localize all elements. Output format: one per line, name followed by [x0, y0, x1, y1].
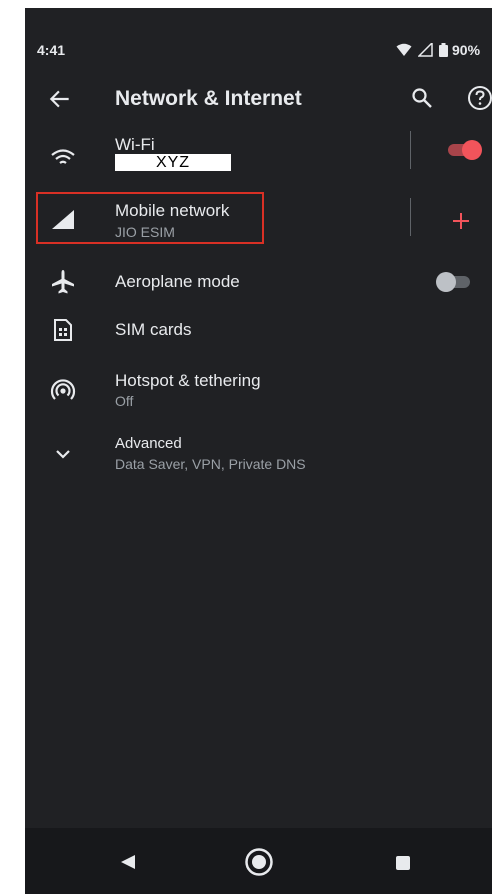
wifi-status-icon	[396, 43, 412, 56]
battery-level: 90%	[452, 42, 481, 58]
status-icons: 90%	[396, 42, 480, 58]
system-nav-bar	[25, 828, 492, 894]
aeroplane-title: Aeroplane mode	[115, 272, 240, 291]
hotspot-icon	[50, 379, 76, 400]
aeroplane-row[interactable]: Aeroplane mode	[25, 260, 492, 304]
highlight-box	[36, 192, 264, 244]
aeroplane-toggle[interactable]	[436, 271, 472, 293]
add-icon[interactable]	[450, 210, 472, 232]
mobile-divider	[410, 198, 411, 236]
aeroplane-toggle-thumb	[436, 272, 456, 292]
hotspot-title: Hotspot & tethering	[115, 371, 261, 390]
wifi-icon	[51, 149, 75, 164]
nav-back-icon[interactable]	[120, 854, 136, 870]
chevron-down-icon	[56, 450, 70, 459]
status-time: 4:41	[37, 42, 66, 58]
help-icon[interactable]	[466, 84, 492, 112]
wifi-toggle-thumb	[462, 140, 482, 160]
advanced-title: Advanced	[115, 435, 182, 452]
airplane-icon	[52, 270, 74, 294]
sim-cards-row[interactable]: SIM cards	[25, 310, 492, 350]
arrow-left-icon[interactable]	[47, 86, 73, 112]
signal-status-icon	[418, 43, 433, 57]
hotspot-row[interactable]: Hotspot & tethering Off	[25, 364, 492, 412]
phone-screen: 4:41 90% Network & Internet Wi-Fi XYZ Mo…	[25, 8, 492, 894]
battery-icon	[439, 43, 448, 57]
toolbar: Network & Internet	[25, 70, 492, 126]
wifi-title: Wi-Fi	[115, 135, 155, 154]
sim-cards-title: SIM cards	[115, 320, 192, 339]
advanced-row[interactable]: Advanced Data Saver, VPN, Private DNS	[25, 428, 492, 476]
wifi-ssid: XYZ	[115, 154, 231, 171]
wifi-row[interactable]: Wi-Fi	[25, 128, 492, 188]
advanced-subtitle: Data Saver, VPN, Private DNS	[115, 456, 306, 472]
nav-home-icon[interactable]	[244, 847, 274, 877]
page-title: Network & Internet	[115, 87, 302, 110]
sim-card-icon	[54, 319, 72, 341]
wifi-toggle[interactable]	[446, 139, 482, 161]
hotspot-subtitle: Off	[115, 393, 134, 409]
nav-recents-icon[interactable]	[395, 855, 411, 871]
wifi-divider	[410, 131, 411, 169]
search-icon[interactable]	[410, 86, 434, 110]
